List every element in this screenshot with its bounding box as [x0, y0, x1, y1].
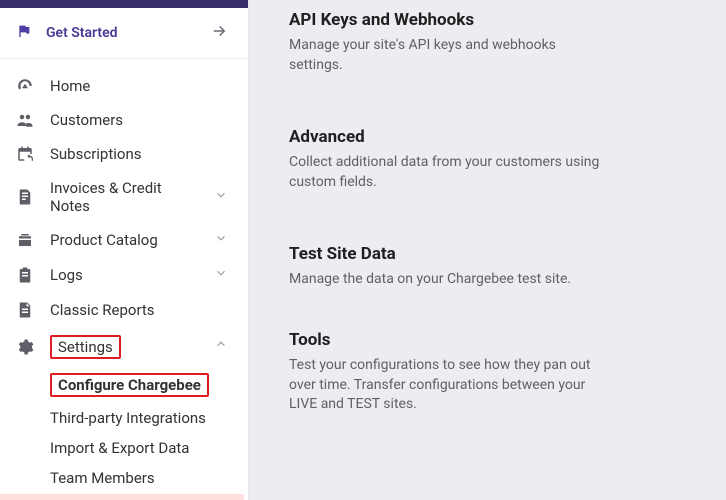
- section-desc: Manage the data on your Chargebee test s…: [289, 270, 609, 290]
- receipt-icon: [16, 188, 34, 206]
- sub-import-export[interactable]: Import & Export Data: [50, 433, 248, 463]
- sub-team-members[interactable]: Team Members: [50, 463, 248, 493]
- chevron-down-icon: [214, 266, 228, 285]
- arrow-right-icon: [210, 22, 228, 44]
- sidebar-item-invoices[interactable]: Invoices & Credit Notes: [0, 171, 248, 223]
- sidebar-item-label: Customers: [50, 111, 228, 129]
- highlight-settings: Settings: [50, 335, 121, 359]
- sidebar-item-label: Invoices & Credit Notes: [50, 179, 198, 215]
- get-started-label: Get Started: [46, 25, 118, 41]
- sidebar-item-catalog[interactable]: Product Catalog: [0, 223, 248, 258]
- bottom-strip: [0, 494, 244, 500]
- sidebar-item-home[interactable]: Home: [0, 69, 248, 103]
- section-test-data[interactable]: Test Site Data Manage the data on your C…: [289, 244, 686, 290]
- sidebar-item-label: Classic Reports: [50, 301, 228, 319]
- settings-subnav: Configure Chargebee Third-party Integrat…: [0, 367, 248, 500]
- chevron-down-icon: [214, 231, 228, 250]
- flag-icon: [16, 23, 32, 43]
- highlight-configure: Configure Chargebee: [50, 373, 209, 397]
- section-title: Tools: [289, 330, 686, 350]
- gear-icon: [16, 338, 34, 356]
- section-desc: Test your configurations to see how they…: [289, 356, 609, 415]
- section-api-keys[interactable]: API Keys and Webhooks Manage your site's…: [289, 10, 686, 75]
- sidebar-item-label: Logs: [50, 266, 198, 284]
- sub-third-party[interactable]: Third-party Integrations: [50, 403, 248, 433]
- section-desc: Manage your site's API keys and webhooks…: [289, 36, 609, 75]
- sidebar-item-label-settings: Settings: [50, 335, 198, 359]
- section-title: API Keys and Webhooks: [289, 10, 686, 30]
- sidebar-item-label: Home: [50, 77, 228, 95]
- section-tools[interactable]: Tools Test your configurations to see ho…: [289, 330, 686, 415]
- nav: Home Customers Subscriptions Invoices & …: [0, 59, 248, 500]
- sub-configure-chargebee[interactable]: Configure Chargebee: [50, 367, 248, 403]
- sidebar-item-logs[interactable]: Logs: [0, 258, 248, 293]
- sidebar-item-reports[interactable]: Classic Reports: [0, 293, 248, 327]
- chevron-up-icon: [214, 337, 228, 356]
- sidebar-item-label: Subscriptions: [50, 145, 228, 163]
- sidebar: Get Started Home Customers Subscriptions: [0, 0, 249, 500]
- section-title: Test Site Data: [289, 244, 686, 264]
- get-started-link[interactable]: Get Started: [0, 8, 248, 59]
- sidebar-item-subscriptions[interactable]: Subscriptions: [0, 137, 248, 171]
- chevron-down-icon: [214, 188, 228, 207]
- gauge-icon: [16, 77, 34, 95]
- topbar-strip: [0, 0, 248, 8]
- section-advanced[interactable]: Advanced Collect additional data from yo…: [289, 127, 686, 192]
- section-desc: Collect additional data from your custom…: [289, 153, 609, 192]
- catalog-icon: [16, 231, 34, 249]
- document-icon: [16, 301, 34, 319]
- users-icon: [16, 111, 34, 129]
- section-title: Advanced: [289, 127, 686, 147]
- main-content: API Keys and Webhooks Manage your site's…: [249, 0, 726, 500]
- sidebar-item-label: Product Catalog: [50, 231, 198, 249]
- sidebar-item-customers[interactable]: Customers: [0, 103, 248, 137]
- sidebar-item-settings[interactable]: Settings: [0, 327, 248, 367]
- clipboard-icon: [16, 266, 34, 284]
- calendar-refresh-icon: [16, 145, 34, 163]
